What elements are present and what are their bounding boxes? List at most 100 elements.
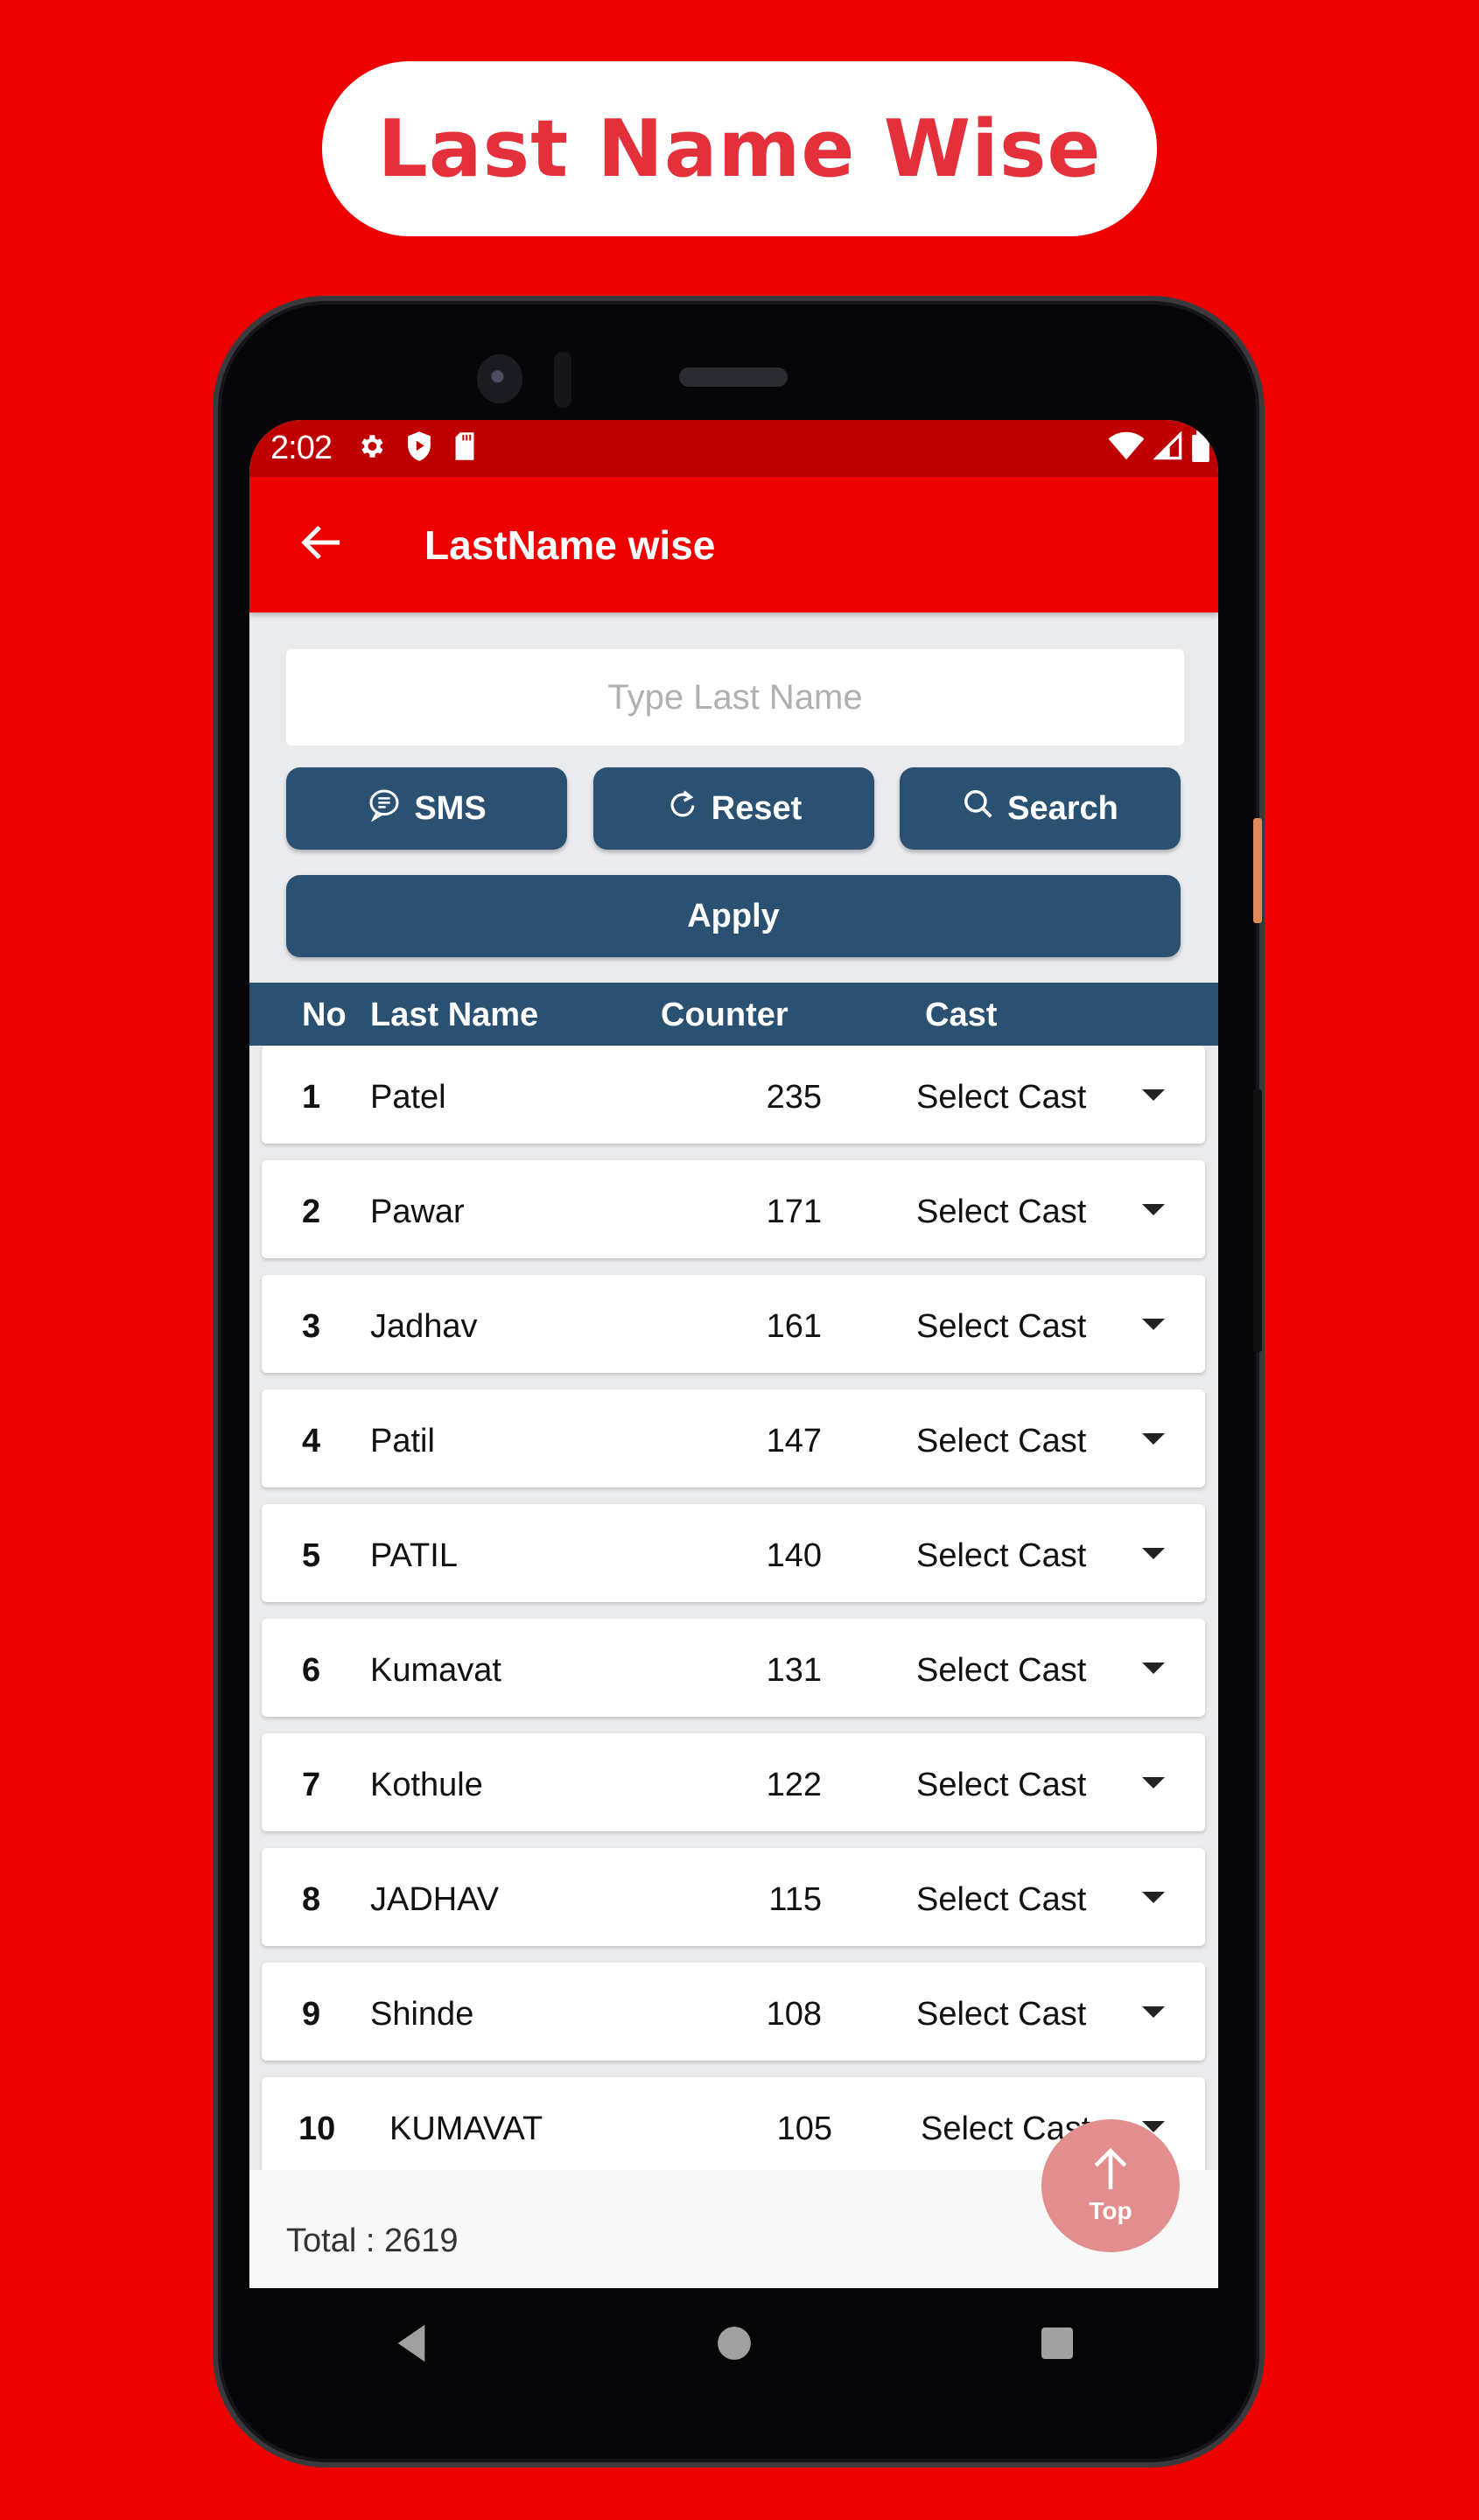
table-row: 3 Jadhav 161 Select Cast [262,1275,1205,1373]
cast-dropdown[interactable]: Select Cast [916,1996,1086,2034]
home-circle-icon [716,2325,753,2366]
row-counter: 140 [766,1537,822,1574]
scroll-to-top-button[interactable]: Top [1041,2119,1180,2252]
row-number: 7 [302,1767,321,1803]
signal-icon [1153,430,1183,466]
back-button[interactable] [295,519,347,571]
chevron-down-icon[interactable] [1142,1433,1165,1445]
arrow-up-icon [1091,2147,1130,2197]
row-counter: 115 [768,1881,822,1918]
table-row: 6 Kumavat 131 Select Cast [262,1619,1205,1717]
row-number: 1 [302,1079,321,1116]
status-time: 2:02 [270,430,333,466]
table-header: No Last Name Counter Cast [249,983,1218,1046]
scroll-to-top-label: Top [1089,2196,1132,2224]
chevron-down-icon[interactable] [1142,1319,1165,1330]
row-last-name: Kumavat [370,1652,501,1689]
row-counter: 147 [766,1423,822,1460]
row-number: 3 [302,1308,321,1345]
row-last-name: Kothule [370,1767,483,1803]
nav-back-button[interactable] [368,2310,455,2380]
row-counter: 131 [766,1652,822,1689]
row-last-name: PATIL [370,1537,458,1574]
chevron-down-icon[interactable] [1142,1662,1165,1674]
system-nav-bar [249,2288,1218,2402]
row-last-name: Pawar [370,1194,465,1230]
wifi-icon [1108,431,1145,466]
arrow-left-icon [299,523,343,566]
row-number: 5 [302,1537,321,1574]
row-number: 6 [302,1652,321,1689]
chevron-down-icon[interactable] [1142,1892,1165,1903]
row-last-name: JADHAV [370,1881,500,1918]
total-count: Total : 2619 [286,2222,459,2259]
chevron-down-icon[interactable] [1142,1548,1165,1559]
page-title: LastName wise [424,522,716,568]
row-counter: 105 [776,2110,832,2147]
earpiece-speaker [679,368,788,387]
battery-icon [1192,430,1209,466]
app-bar: LastName wise [249,477,1218,612]
recents-square-icon [1040,2325,1075,2366]
search-button-label: Search [1007,789,1118,827]
apply-button[interactable]: Apply [286,875,1181,957]
cast-dropdown[interactable]: Select Cast [916,1881,1086,1919]
row-counter: 108 [766,1996,822,2033]
search-icon [962,788,995,830]
apply-button-label: Apply [687,897,780,934]
sms-button-label: SMS [414,789,487,827]
chevron-down-icon[interactable] [1142,1204,1165,1215]
row-last-name: Jadhav [370,1308,478,1345]
refresh-icon [666,787,699,830]
reset-button-label: Reset [711,789,803,827]
table-row: 8 JADHAV 115 Select Cast [262,1848,1205,1946]
row-counter: 161 [766,1308,822,1345]
column-header-last-name: Last Name [370,997,539,1033]
proximity-sensor [554,352,571,408]
row-last-name: Shinde [370,1996,474,2033]
table-row: 1 Patel 235 Select Cast [262,1046,1205,1144]
row-last-name: Patel [370,1079,446,1116]
cast-dropdown[interactable]: Select Cast [916,1194,1086,1231]
row-counter: 171 [766,1194,822,1230]
back-triangle-icon [394,2323,429,2368]
row-counter: 122 [766,1767,822,1803]
shield-play-icon [405,430,433,466]
chevron-down-icon[interactable] [1142,1089,1165,1101]
table-row: 5 PATIL 140 Select Cast [262,1504,1205,1602]
row-number: 2 [302,1194,321,1230]
row-number: 8 [302,1881,321,1918]
row-number: 4 [302,1423,321,1460]
row-number: 9 [302,1996,321,2033]
cast-dropdown[interactable]: Select Cast [916,1423,1086,1460]
nav-home-button[interactable] [690,2310,778,2380]
sms-button[interactable]: SMS [286,767,567,850]
title-banner: Last Name Wise [322,61,1157,236]
row-last-name: KUMAVAT [389,2110,543,2147]
table-row: 4 Patil 147 Select Cast [262,1390,1205,1488]
gear-icon [356,431,386,466]
column-header-cast: Cast [925,997,998,1033]
cast-dropdown[interactable]: Select Cast [916,1308,1086,1346]
row-number: 10 [298,2110,336,2147]
row-last-name: Patil [370,1423,435,1460]
status-bar: 2:02 [249,420,1218,477]
cast-dropdown[interactable]: Select Cast [916,1537,1086,1575]
nav-recents-button[interactable] [1013,2310,1101,2380]
cast-dropdown[interactable]: Select Cast [916,1652,1086,1690]
row-counter: 235 [766,1079,822,1116]
banner-title: Last Name Wise [377,102,1102,195]
phone-volume-button [1253,818,1262,923]
chevron-down-icon[interactable] [1142,2006,1165,2018]
app-screen: 2:02 LastName wise Type Last Name SMS Re… [249,420,1218,2288]
table-row: 7 Kothule 122 Select Cast [262,1733,1205,1831]
cast-dropdown[interactable]: Select Cast [916,1079,1086,1116]
cast-dropdown[interactable]: Select Cast [916,1767,1086,1804]
column-header-no: No [302,997,347,1033]
search-button[interactable]: Search [900,767,1181,850]
last-name-input[interactable] [286,649,1184,746]
table-row: 2 Pawar 171 Select Cast [262,1160,1205,1258]
chevron-down-icon[interactable] [1142,1777,1165,1788]
reset-button[interactable]: Reset [593,767,874,850]
sd-card-icon [452,431,477,466]
